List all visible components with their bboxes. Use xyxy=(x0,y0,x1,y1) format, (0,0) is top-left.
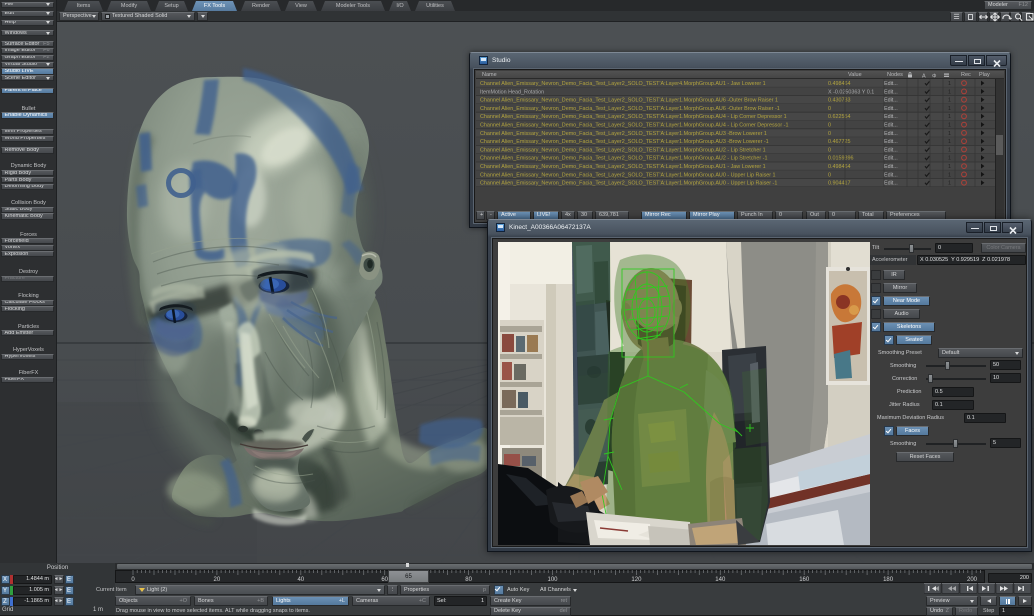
svg-text:1: 1 xyxy=(948,106,951,112)
svg-text:Channel Alien_Emissary_Nevron_: Channel Alien_Emissary_Nevron_Demo_Facia… xyxy=(480,181,777,187)
svg-text:Edit...: Edit... xyxy=(884,147,898,153)
svg-text:120: 120 xyxy=(631,577,642,583)
svg-text:Channel Alien_Emissary_Nevron_: Channel Alien_Emissary_Nevron_Demo_Facia… xyxy=(480,114,787,120)
svg-text:Channel Alien_Emissary_Nevron_: Channel Alien_Emissary_Nevron_Demo_Facia… xyxy=(480,123,788,129)
svg-text:Edit...: Edit... xyxy=(884,181,898,187)
svg-text:Edit...: Edit... xyxy=(884,81,898,87)
svg-text:0.904417: 0.904417 xyxy=(828,181,850,187)
svg-text:Edit...: Edit... xyxy=(884,172,898,178)
svg-text:Edit...: Edit... xyxy=(884,164,898,170)
svg-text:Edit...: Edit... xyxy=(884,98,898,104)
svg-text:Channel Alien_Emissary_Nevron_: Channel Alien_Emissary_Nevron_Demo_Facia… xyxy=(480,131,767,137)
svg-text:1: 1 xyxy=(948,131,951,137)
svg-text:0: 0 xyxy=(828,106,831,112)
svg-text:1: 1 xyxy=(948,164,951,170)
svg-text:0: 0 xyxy=(828,131,831,137)
svg-text:0.498464: 0.498464 xyxy=(828,81,850,87)
svg-text:1: 1 xyxy=(948,123,951,129)
svg-text:Channel Alien_Emissary_Nevron_: Channel Alien_Emissary_Nevron_Demo_Facia… xyxy=(480,106,780,112)
svg-text:1: 1 xyxy=(948,172,951,178)
svg-text:0: 0 xyxy=(131,577,135,583)
svg-text:1: 1 xyxy=(948,147,951,153)
svg-text:1: 1 xyxy=(948,181,951,187)
svg-text:100: 100 xyxy=(547,577,558,583)
svg-text:X -0.0250363 Y 0.1: X -0.0250363 Y 0.1 xyxy=(828,89,874,95)
svg-text:0.622554: 0.622554 xyxy=(828,114,850,120)
svg-text:Channel Alien_Emissary_Nevron_: Channel Alien_Emissary_Nevron_Demo_Facia… xyxy=(480,147,766,153)
svg-text:Channel Alien_Emissary_Nevron_: Channel Alien_Emissary_Nevron_Demo_Facia… xyxy=(480,164,766,170)
svg-text:0: 0 xyxy=(828,172,831,178)
svg-text:1: 1 xyxy=(948,89,951,95)
svg-text:Edit...: Edit... xyxy=(884,114,898,120)
svg-text:1: 1 xyxy=(948,139,951,145)
svg-text:180: 180 xyxy=(883,577,894,583)
svg-text:80: 80 xyxy=(465,577,472,583)
svg-text:0.0159396: 0.0159396 xyxy=(828,156,853,162)
svg-text:160: 160 xyxy=(799,577,810,583)
svg-text:1: 1 xyxy=(948,98,951,104)
svg-text:20: 20 xyxy=(214,577,221,583)
svg-text:Channel Alien_Emissary_Nevron_: Channel Alien_Emissary_Nevron_Demo_Facia… xyxy=(480,98,778,104)
svg-text:0.430733: 0.430733 xyxy=(828,98,850,104)
svg-text:0: 0 xyxy=(828,147,831,153)
svg-text:40: 40 xyxy=(297,577,304,583)
svg-text:1: 1 xyxy=(948,114,951,120)
svg-text:1: 1 xyxy=(948,156,951,162)
svg-text:Edit...: Edit... xyxy=(884,131,898,137)
svg-text:140: 140 xyxy=(715,577,726,583)
svg-text:Edit...: Edit... xyxy=(884,123,898,129)
svg-text:Channel Alien_Emissary_Nevron_: Channel Alien_Emissary_Nevron_Demo_Facia… xyxy=(480,172,776,178)
svg-text:0.467725: 0.467725 xyxy=(828,139,850,145)
svg-text:Channel Alien_Emissary_Nevron_: Channel Alien_Emissary_Nevron_Demo_Facia… xyxy=(480,156,767,162)
svg-text:Edit...: Edit... xyxy=(884,139,898,145)
svg-text:1: 1 xyxy=(948,81,951,87)
svg-text:ItemMotion Head_Rotation: ItemMotion Head_Rotation xyxy=(480,89,544,95)
svg-text:Edit...: Edit... xyxy=(884,89,898,95)
svg-text:Edit...: Edit... xyxy=(884,106,898,112)
svg-text:Edit...: Edit... xyxy=(884,156,898,162)
svg-text:Channel Alien_Emissary_Nevron_: Channel Alien_Emissary_Nevron_Demo_Facia… xyxy=(480,139,769,145)
svg-text:0: 0 xyxy=(828,123,831,129)
svg-text:Channel Alien_Emissary_Nevron_: Channel Alien_Emissary_Nevron_Demo_Facia… xyxy=(480,81,766,87)
svg-text:0.498464: 0.498464 xyxy=(828,164,850,170)
